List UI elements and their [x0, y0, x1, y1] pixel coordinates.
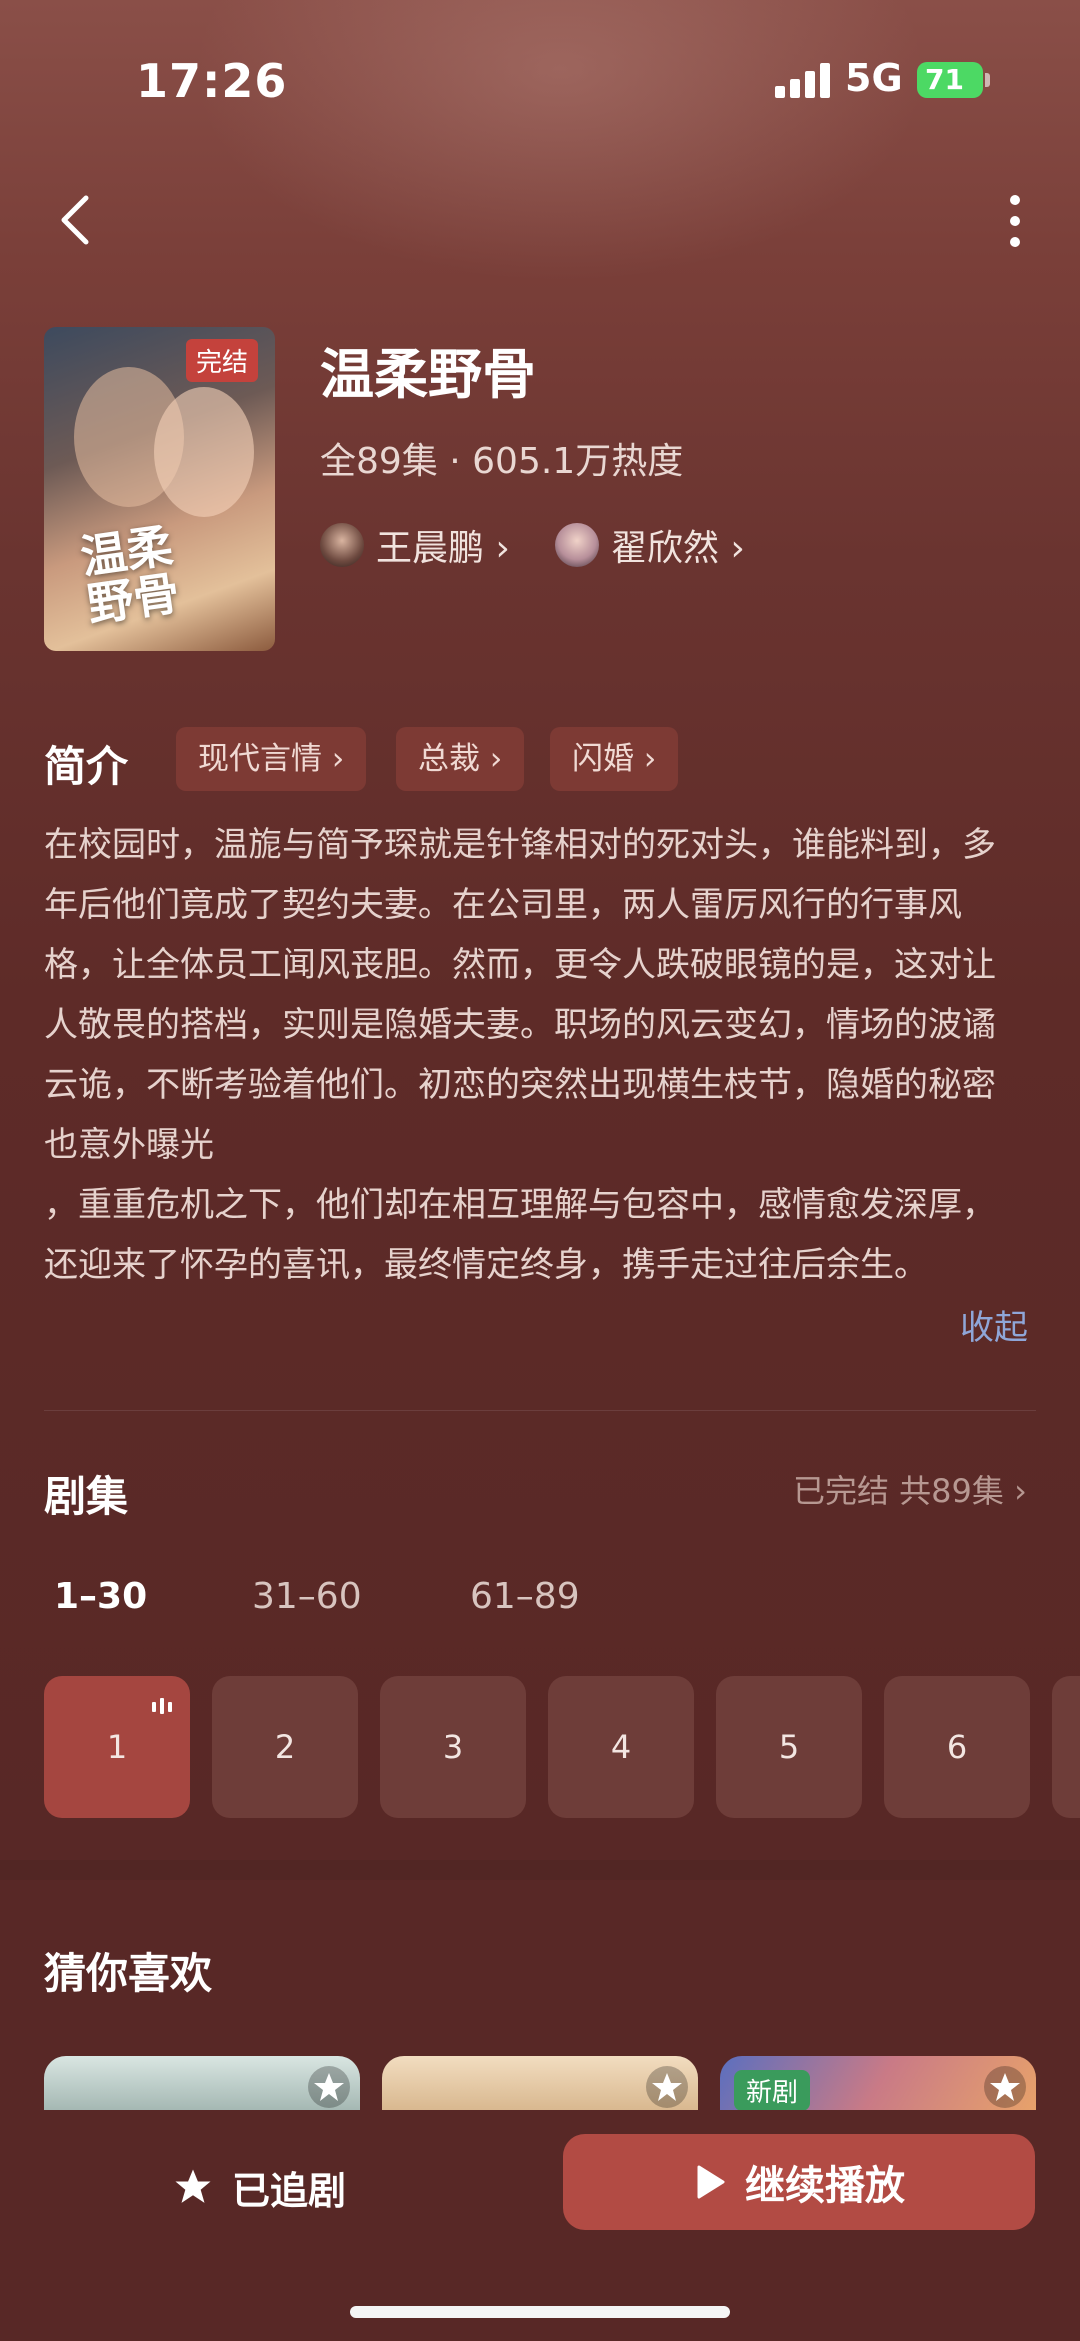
recommend-heading: 猜你喜欢: [44, 1949, 213, 1998]
status-badge: 完结: [186, 339, 259, 382]
range-tab-61-89[interactable]: 61–89: [470, 1576, 580, 1617]
poster-title-art: 温柔 野骨: [77, 518, 183, 632]
star-icon: [175, 2169, 211, 2203]
episode-button-5[interactable]: 5: [716, 1676, 862, 1818]
poster-figure: [154, 387, 254, 517]
more-options-button[interactable]: [1000, 192, 1030, 252]
intro-heading: 简介: [44, 742, 129, 791]
episode-number: 1: [106, 1728, 128, 1766]
tag-modern-romance[interactable]: 现代言情 ›: [176, 727, 367, 791]
network-type: 5G: [845, 56, 903, 100]
episodes-status-link[interactable]: 已完结 共89集 ›: [793, 1466, 1027, 1512]
cast-name: 翟欣然 ›: [611, 528, 745, 569]
home-indicator: [350, 2306, 730, 2318]
battery-tip: [985, 73, 990, 87]
play-label: 继续播放: [745, 2163, 905, 2209]
back-button[interactable]: [50, 190, 100, 250]
play-icon: [697, 2165, 725, 2199]
episodes-heading: 剧集: [44, 1472, 129, 1521]
episode-button-4[interactable]: 4: [548, 1676, 694, 1818]
avatar: [320, 523, 364, 567]
star-icon[interactable]: [308, 2066, 350, 2108]
cast-member[interactable]: 王晨鹏 ›: [320, 520, 510, 570]
episode-number: 2: [274, 1728, 296, 1766]
range-tab-1-30[interactable]: 1–30: [54, 1576, 147, 1617]
section-separator: [0, 1860, 1080, 1880]
continue-play-button[interactable]: 继续播放: [563, 2134, 1035, 2230]
collapse-button[interactable]: 收起: [960, 1300, 1028, 1349]
divider: [44, 1410, 1036, 1411]
follow-label: 已追剧: [232, 2168, 347, 2213]
avatar: [555, 523, 599, 567]
chevron-left-icon: [61, 195, 89, 245]
status-bar: 17:26 5G 71: [0, 40, 1080, 120]
drama-meta: 全89集 · 605.1万热度: [320, 441, 684, 482]
battery-icon: 71: [917, 62, 983, 98]
more-vertical-icon: [1010, 195, 1020, 247]
drama-description: 在校园时，温旎与简予琛就是针锋相对的死对头，谁能料到，多年后他们竟成了契约夫妻。…: [44, 825, 996, 1285]
episode-number: 3: [442, 1728, 464, 1766]
tag-flash-marriage[interactable]: 闪婚 ›: [550, 727, 679, 791]
recommend-card[interactable]: [44, 2056, 360, 2116]
cast-member[interactable]: 翟欣然 ›: [555, 520, 745, 570]
now-playing-icon: [152, 1698, 172, 1714]
battery-level: 71: [925, 63, 964, 96]
episode-button-3[interactable]: 3: [380, 1676, 526, 1818]
episode-button-1[interactable]: 1: [44, 1676, 190, 1818]
recommend-card[interactable]: 新剧: [720, 2056, 1036, 2116]
status-time: 17:26: [136, 54, 288, 108]
follow-button[interactable]: 已追剧: [170, 2152, 346, 2222]
episode-number: 4: [610, 1728, 632, 1766]
star-icon[interactable]: [984, 2066, 1026, 2108]
star-icon[interactable]: [646, 2066, 688, 2108]
drama-title: 温柔野骨: [320, 343, 536, 406]
range-tab-31-60[interactable]: 31–60: [252, 1576, 362, 1617]
signal-icon: [775, 62, 831, 98]
episode-number: 6: [946, 1728, 968, 1766]
new-badge: 新剧: [734, 2070, 811, 2111]
episode-button-6[interactable]: 6: [884, 1676, 1030, 1818]
tag-ceo[interactable]: 总裁 ›: [396, 727, 525, 791]
drama-poster[interactable]: 温柔 野骨 完结: [44, 327, 275, 651]
episode-number: 5: [778, 1728, 800, 1766]
cast-name: 王晨鹏 ›: [376, 528, 510, 569]
episode-button-partial[interactable]: [1052, 1676, 1080, 1818]
recommend-card[interactable]: [382, 2056, 698, 2116]
episode-button-2[interactable]: 2: [212, 1676, 358, 1818]
